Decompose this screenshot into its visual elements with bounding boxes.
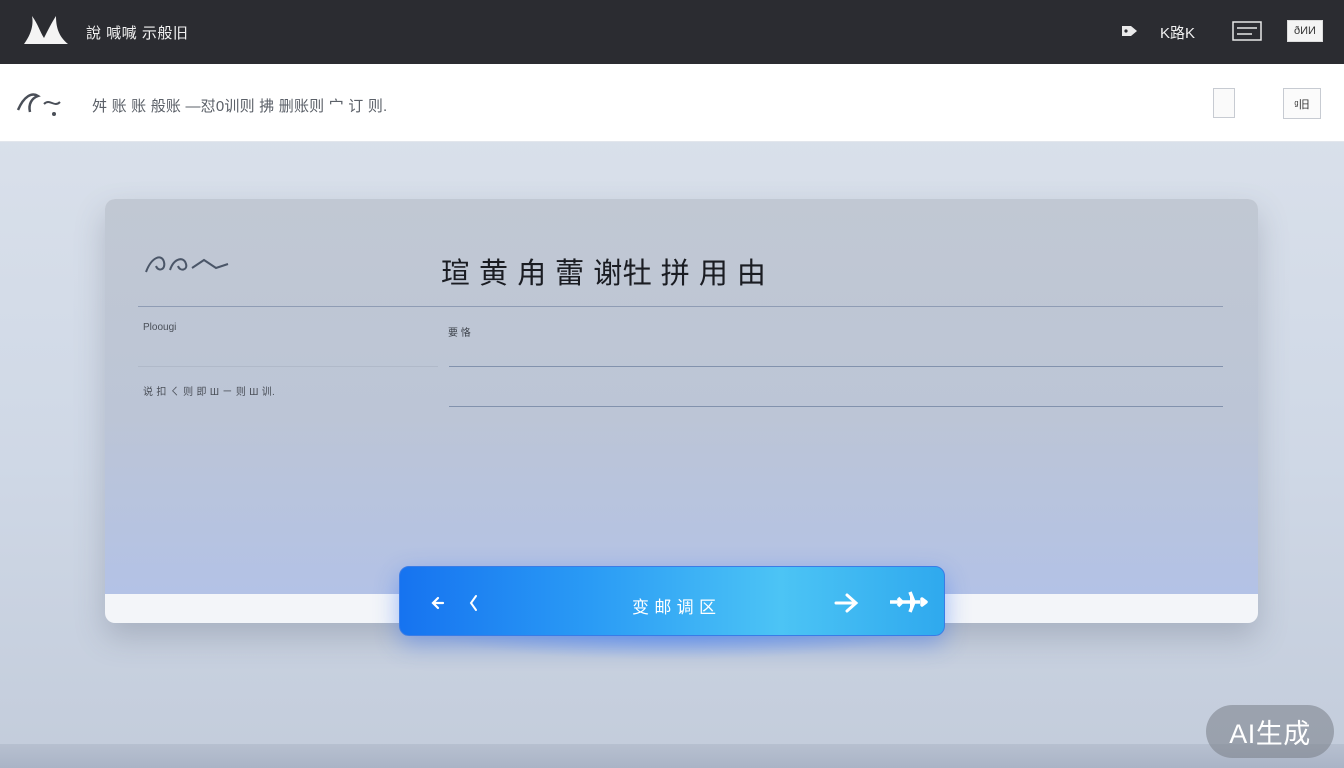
account-badge-button[interactable]: ðИИ: [1287, 20, 1323, 42]
input-field-2[interactable]: [449, 406, 1223, 407]
menu-icon[interactable]: [1232, 21, 1262, 41]
brand-mark-icon: [16, 93, 61, 116]
form-title: 瑄 黄 甪 蕾 谢牡 拼 用 由: [441, 258, 767, 290]
field-label-left: Ploougi: [143, 322, 177, 333]
primary-action-label[interactable]: 变 邮 调 区: [632, 593, 716, 618]
forward-arrow-icon[interactable]: [833, 590, 863, 616]
field-label-right: 要 恪: [448, 328, 471, 339]
top-link[interactable]: K路K: [1160, 22, 1195, 43]
action-square-button[interactable]: ᵍ旧: [1283, 88, 1321, 119]
app-title: 說 喊喊 示般旧: [86, 25, 189, 42]
field-caption: 说 扣 ㄑ 则 即 Ш ㄧ 则 Ш 训.: [143, 387, 276, 398]
section-divider: [138, 366, 438, 367]
document-icon[interactable]: [1213, 88, 1235, 118]
top-navigation-bar: [0, 0, 1344, 64]
chevron-left-icon[interactable]: [466, 593, 482, 613]
airplane-icon[interactable]: [888, 588, 928, 616]
back-arrow-icon[interactable]: [431, 593, 447, 613]
logo-icon[interactable]: [22, 14, 70, 48]
signature-icon: [145, 256, 229, 273]
title-divider: [138, 306, 1223, 307]
ai-generated-watermark: AI生成: [1206, 705, 1334, 758]
tag-icon[interactable]: [1120, 23, 1138, 39]
input-field-1[interactable]: [449, 366, 1223, 367]
breadcrumb-description: 舛 账 账 般账 —怼0训则 拂 删账则 宀 订 则.: [92, 98, 388, 115]
bottom-strip: [0, 744, 1344, 768]
